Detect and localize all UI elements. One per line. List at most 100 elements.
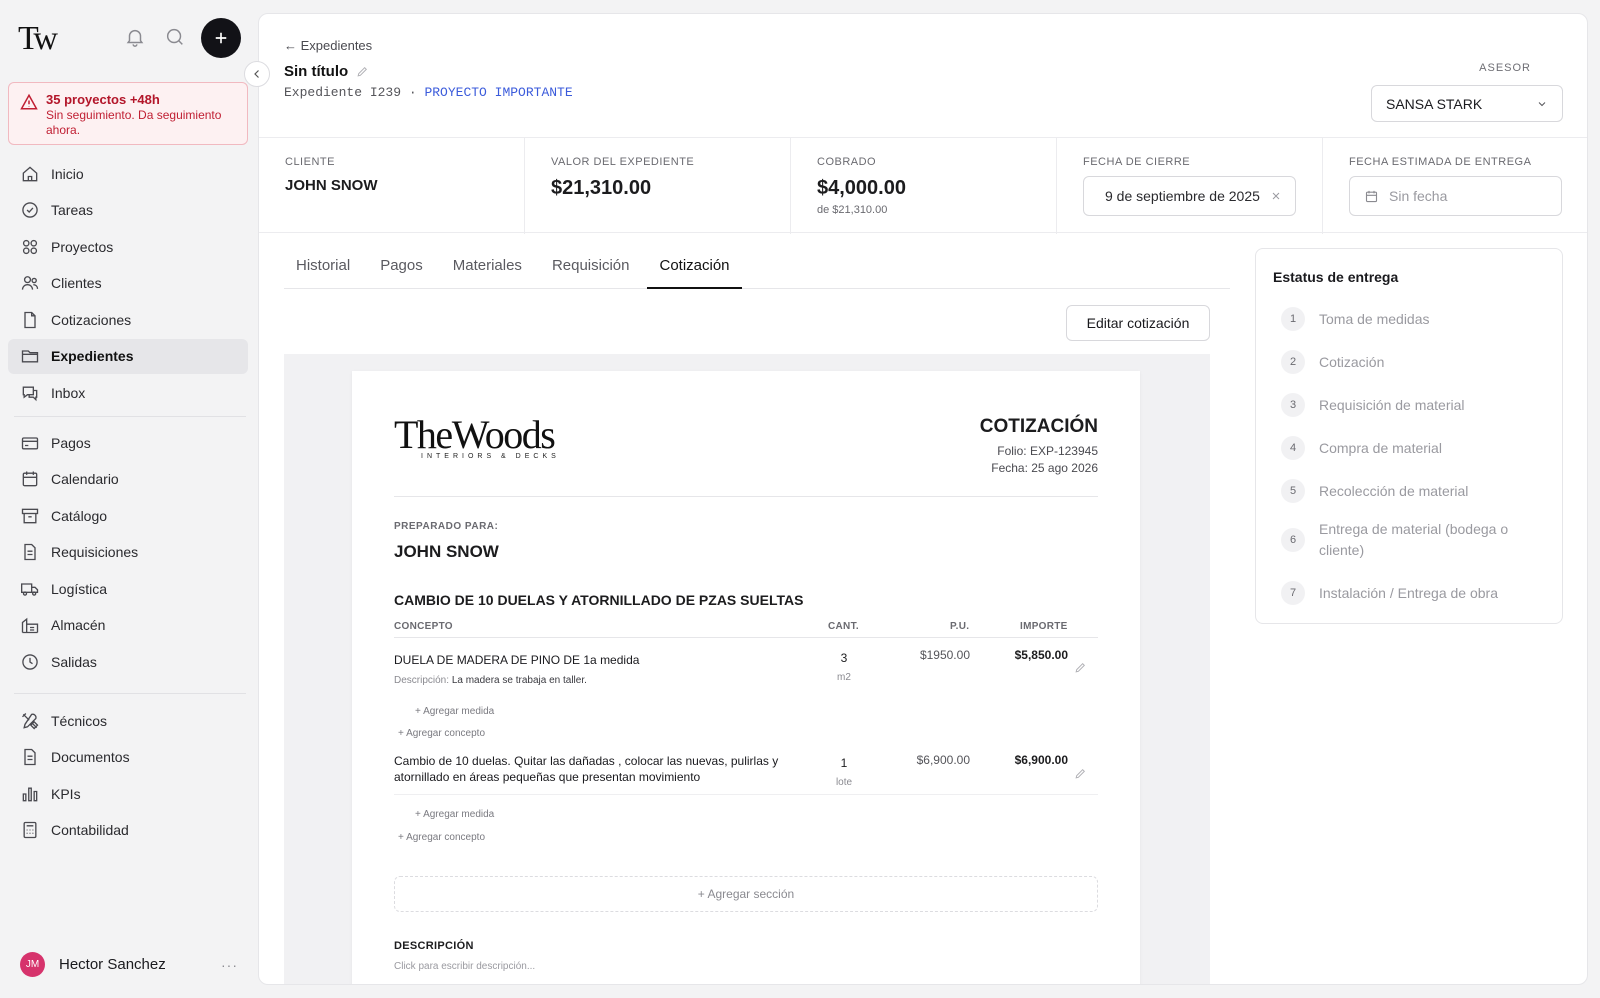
- prepared-for-name: JOHN SNOW: [394, 542, 499, 561]
- more-icon[interactable]: ···: [221, 957, 238, 973]
- quote-date: Fecha: 25 ago 2026: [991, 461, 1098, 475]
- add-button[interactable]: [201, 18, 241, 58]
- user-profile[interactable]: JM Hector Sanchez ···: [20, 952, 238, 977]
- sidebar-item-inicio[interactable]: Inicio: [8, 156, 248, 191]
- sidebar-item-clientes[interactable]: Clientes: [8, 266, 248, 301]
- asesor-select[interactable]: SANSA STARK: [1371, 85, 1563, 122]
- grid-icon: [22, 239, 38, 254]
- alert-title: 35 proyectos +48h: [46, 92, 160, 107]
- pencil-icon[interactable]: [1074, 661, 1087, 679]
- add-concept-link[interactable]: + Agregar concepto: [398, 728, 485, 739]
- asesor-value: SANSA STARK: [1386, 95, 1483, 112]
- sidebar-item-label: Clientes: [51, 275, 102, 292]
- divider: [394, 794, 1098, 795]
- search-icon[interactable]: [164, 26, 188, 50]
- nav-group-admin: Técnicos Documentos KPIs Contabilidad: [8, 703, 248, 849]
- tab-requisicion[interactable]: Requisición: [540, 256, 642, 289]
- tab-historial[interactable]: Historial: [284, 256, 362, 289]
- title-text[interactable]: Sin título: [284, 63, 348, 80]
- sidebar-item-requisiciones[interactable]: Requisiciones: [8, 535, 248, 570]
- document-icon: [24, 544, 36, 561]
- step-number: 6: [1281, 528, 1305, 552]
- sidebar-item-tareas[interactable]: Tareas: [8, 193, 248, 228]
- add-section-button[interactable]: + Agregar sección: [394, 876, 1098, 912]
- kpi-fecha-cierre: FECHA DE CIERRE 9 de septiembre de 2025: [1057, 138, 1323, 234]
- sidebar-item-logistica[interactable]: Logística: [8, 571, 248, 606]
- sidebar-item-pagos[interactable]: Pagos: [8, 425, 248, 460]
- delivery-date-input[interactable]: Sin fecha: [1349, 176, 1562, 216]
- home-icon: [22, 165, 38, 181]
- bell-icon[interactable]: [124, 26, 148, 50]
- main-panel: ← Expedientes Sin título Expediente I239…: [258, 13, 1588, 985]
- quote-document: TheWoods INTERIORS & DECKS COTIZACIÓN Fo…: [352, 371, 1140, 984]
- delivery-date-placeholder: Sin fecha: [1389, 188, 1448, 204]
- column-header-importe: IMPORTE: [1020, 621, 1068, 632]
- sidebar-item-salidas[interactable]: Salidas: [8, 645, 248, 680]
- closing-date-input[interactable]: 9 de septiembre de 2025: [1083, 176, 1296, 216]
- app-logo[interactable]: Tw: [18, 20, 58, 58]
- pencil-icon[interactable]: [1074, 767, 1087, 785]
- quote-section-title[interactable]: CAMBIO DE 10 DUELAS Y ATORNILLADO DE PZA…: [394, 592, 803, 608]
- kpi-value: $21,310.00: [551, 177, 652, 199]
- sidebar-item-tecnicos[interactable]: Técnicos: [8, 703, 248, 738]
- truck-icon: [21, 583, 39, 596]
- back-link[interactable]: ← Expedientes: [284, 38, 372, 53]
- status-step: 5 Recolección de material: [1281, 479, 1541, 503]
- step-label: Requisición de material: [1319, 396, 1465, 413]
- tab-cotizacion[interactable]: Cotización: [647, 256, 742, 289]
- tab-pagos[interactable]: Pagos: [368, 256, 435, 289]
- description-title: DESCRIPCIÓN: [394, 940, 474, 952]
- sidebar-item-label: Salidas: [51, 654, 97, 671]
- sidebar-item-catalogo[interactable]: Catálogo: [8, 498, 248, 533]
- row-amount: $6,900.00: [1014, 753, 1068, 767]
- sidebar-item-kpis[interactable]: KPIs: [8, 776, 248, 811]
- description-placeholder[interactable]: Click para escribir descripción...: [394, 961, 535, 972]
- row-description: Descripción: La madera se trabaja en tal…: [394, 675, 587, 686]
- sidebar-item-label: Cotizaciones: [51, 311, 132, 328]
- status-step: 2 Cotización: [1281, 350, 1541, 374]
- kpi-cliente: CLIENTE JOHN SNOW: [259, 138, 525, 234]
- step-number: 2: [1281, 350, 1305, 374]
- sidebar-item-contabilidad[interactable]: Contabilidad: [8, 813, 248, 848]
- row-description-text: La madera se trabaja en taller.: [451, 675, 587, 686]
- sidebar-item-proyectos[interactable]: Proyectos: [8, 229, 248, 264]
- sidebar-item-label: Expedientes: [51, 348, 134, 365]
- closing-date-value: 9 de septiembre de 2025: [1105, 188, 1260, 204]
- collapse-sidebar-button[interactable]: [244, 61, 270, 87]
- clear-icon[interactable]: [1270, 190, 1282, 202]
- chat-icon: [22, 386, 38, 402]
- sidebar-item-inbox[interactable]: Inbox: [8, 376, 248, 411]
- pencil-icon[interactable]: [356, 65, 369, 78]
- followup-alert[interactable]: 35 proyectos +48h Sin seguimiento. Da se…: [8, 82, 248, 145]
- row-concept[interactable]: Cambio de 10 duelas. Quitar las dañadas …: [394, 753, 804, 785]
- step-number: 7: [1281, 581, 1305, 605]
- avatar: JM: [20, 952, 45, 977]
- sidebar-item-label: Técnicos: [51, 712, 108, 729]
- delivery-status-card: Estatus de entrega 1 Toma de medidas 2 C…: [1255, 248, 1563, 624]
- step-label: Entrega de material (bodega o cliente): [1319, 521, 1509, 558]
- sidebar-item-documentos[interactable]: Documentos: [8, 740, 248, 775]
- add-measure-link[interactable]: + Agregar medida: [415, 809, 494, 820]
- kpi-label: FECHA DE CIERRE: [1083, 156, 1191, 168]
- row-amount: $5,850.00: [1014, 648, 1068, 662]
- kpi-valor: VALOR DEL EXPEDIENTE $21,310.00: [525, 138, 791, 234]
- sidebar-item-calendario[interactable]: Calendario: [8, 462, 248, 497]
- add-concept-link[interactable]: + Agregar concepto: [398, 832, 485, 843]
- sidebar-item-cotizaciones[interactable]: Cotizaciones: [8, 302, 248, 337]
- sidebar-item-almacen[interactable]: Almacén: [8, 608, 248, 643]
- step-number: 5: [1281, 479, 1305, 503]
- tab-materiales[interactable]: Materiales: [441, 256, 534, 289]
- sidebar-item-expedientes[interactable]: Expedientes: [8, 338, 248, 374]
- step-label: Cotización: [1319, 353, 1385, 370]
- clock-icon: [22, 654, 38, 670]
- step-number: 4: [1281, 436, 1305, 460]
- row-concept[interactable]: DUELA DE MADERA DE PINO DE 1a medida: [394, 652, 794, 668]
- status-step: 6 Entrega de material (bodega o cliente): [1281, 519, 1541, 561]
- step-number: 3: [1281, 393, 1305, 417]
- nav-divider: [14, 693, 246, 694]
- status-step: 7 Instalación / Entrega de obra: [1281, 581, 1541, 605]
- tools-icon: [22, 712, 39, 729]
- sidebar-item-label: Documentos: [51, 749, 130, 766]
- add-measure-link[interactable]: + Agregar medida: [415, 706, 494, 717]
- edit-quote-button[interactable]: Editar cotización: [1066, 305, 1210, 341]
